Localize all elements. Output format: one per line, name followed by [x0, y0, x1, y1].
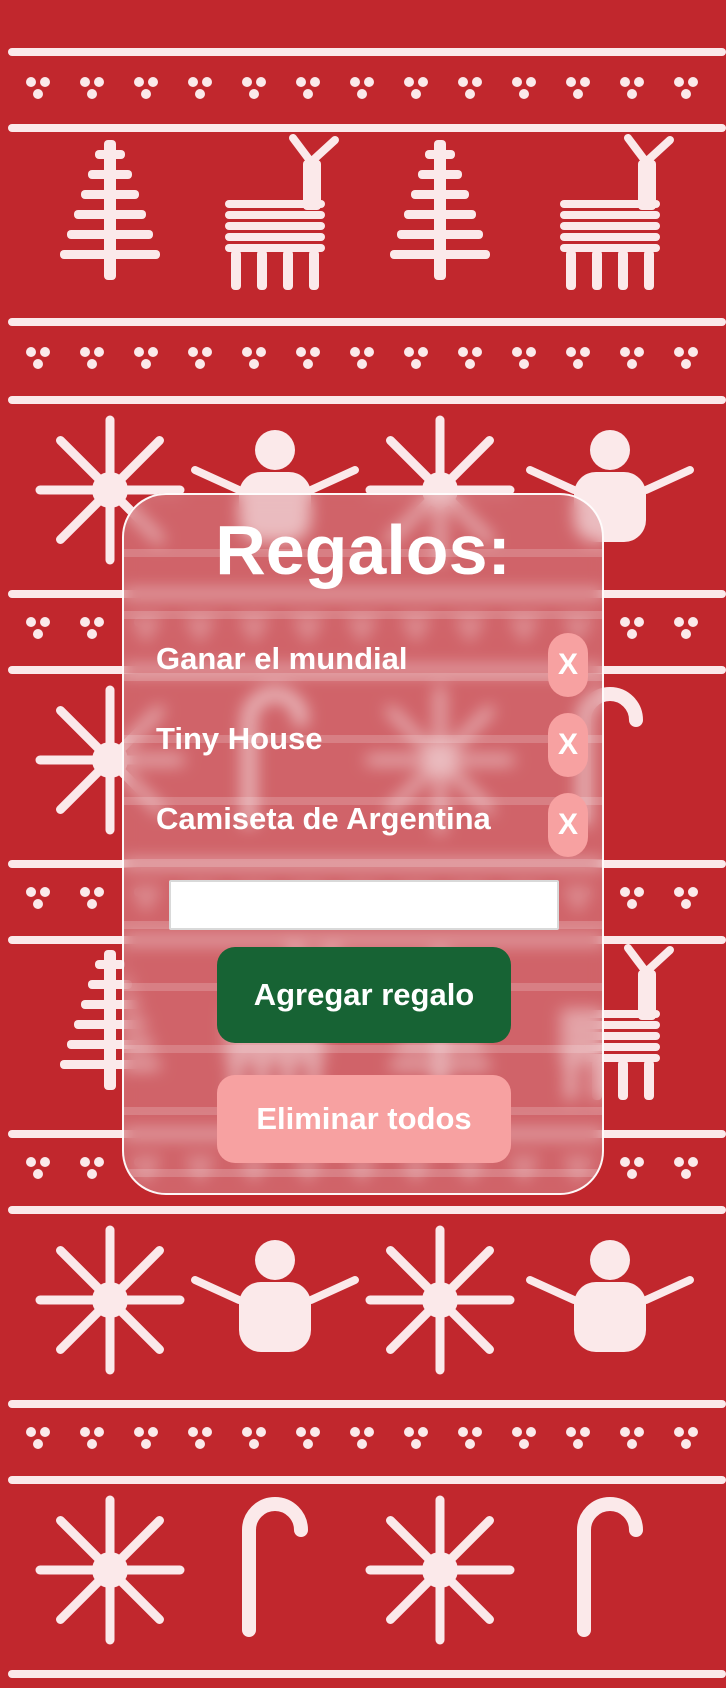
clear-all-button[interactable]: Eliminar todos — [217, 1075, 511, 1163]
delete-gift-button[interactable]: X — [548, 713, 588, 777]
gift-list-card: Regalos: Ganar el mundial X Tiny House X… — [122, 493, 604, 1195]
gift-label: Tiny House — [156, 721, 323, 756]
delete-gift-button[interactable]: X — [548, 793, 588, 857]
add-gift-button[interactable]: Agregar regalo — [217, 947, 511, 1043]
list-item: Camiseta de Argentina X — [156, 793, 588, 857]
gift-input[interactable] — [169, 880, 559, 930]
delete-gift-button[interactable]: X — [548, 633, 588, 697]
list-item: Ganar el mundial X — [156, 633, 588, 697]
gift-label: Ganar el mundial — [156, 641, 408, 676]
page-title: Regalos: — [215, 511, 511, 589]
list-item: Tiny House X — [156, 713, 588, 777]
gift-label: Camiseta de Argentina — [156, 801, 491, 836]
